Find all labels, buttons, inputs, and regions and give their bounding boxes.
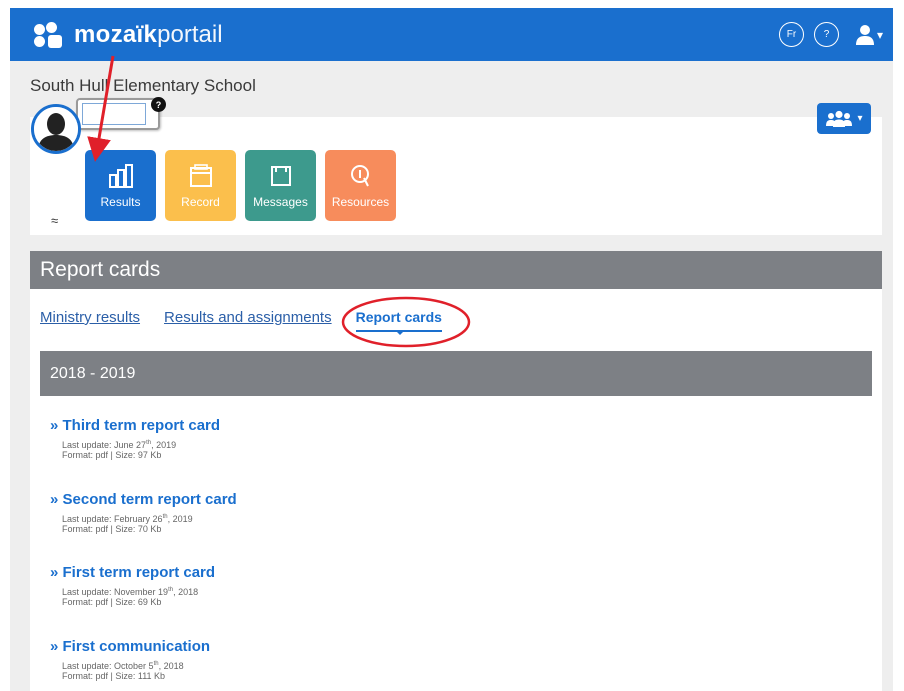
tile-messages-label: Messages (253, 194, 308, 209)
message-icon (270, 165, 291, 186)
school-name: South Hull Elementary School (30, 76, 256, 95)
report-item: » Second term report card Last update: F… (50, 491, 237, 565)
results-tabs: Ministry results Results and assignments… (40, 309, 442, 335)
report-link-first-term[interactable]: » First term report card (50, 564, 237, 581)
logo-text-bold: mozaïk (74, 21, 158, 48)
student-avatar[interactable] (31, 104, 81, 154)
section-title: Report cards (30, 251, 882, 289)
page-body: South Hull Elementary School ? ▾ Results… (10, 61, 893, 691)
language-button[interactable]: Fr (778, 22, 804, 47)
report-last-update: Last update: November 19th, 2018 (62, 587, 199, 597)
report-format: Format: pdf | Size: 97 Kb (62, 450, 162, 460)
group-switch-button[interactable]: ▾ (817, 103, 871, 134)
tile-record-label: Record (181, 194, 220, 209)
bar-chart-icon (108, 163, 133, 188)
tile-resources-label: Resources (331, 194, 390, 209)
help-button[interactable]: ? (813, 22, 839, 47)
report-item: » First communication Last update: Octob… (50, 638, 237, 691)
tile-results-label: Results (100, 194, 141, 209)
report-link-first-communication[interactable]: » First communication (50, 638, 237, 655)
report-meta: Last update: October 5th, 2018 Format: p… (50, 659, 237, 681)
report-meta: Last update: February 26th, 2019 Format:… (50, 512, 237, 534)
collapse-toggle-icon[interactable]: ≈ (51, 213, 58, 228)
report-last-update: Last update: February 26th, 2019 (62, 513, 193, 524)
user-menu-button[interactable]: ▾ (855, 24, 883, 46)
school-year-header: 2018 - 2019 (40, 351, 872, 396)
report-last-update: Last update: October 5th, 2018 (62, 660, 184, 671)
group-caret-icon: ▾ (857, 113, 863, 124)
tab-report-cards[interactable]: Report cards (355, 309, 442, 335)
group-users-icon (826, 110, 853, 127)
tab-report-cards-label: Report cards (355, 309, 442, 325)
user-caret-icon: ▾ (876, 27, 883, 42)
report-format: Format: pdf | Size: 111 Kb (62, 670, 166, 681)
top-bar: mozaïk portail Fr ? ▾ (10, 8, 893, 61)
module-tiles: Results Record Messages Resources (85, 150, 396, 221)
student-name-field (82, 103, 146, 125)
report-link-third-term[interactable]: » Third term report card (50, 417, 237, 434)
tab-results-and-assignments[interactable]: Results and assignments (164, 309, 332, 326)
report-item: » Third term report card Last update: Ju… (50, 417, 237, 491)
report-item: » First term report card Last update: No… (50, 564, 237, 638)
top-icons: Fr ? ▾ (778, 22, 883, 47)
profile-help-badge[interactable]: ? (151, 97, 166, 112)
report-last-update: Last update: June 27th, 2019 (62, 440, 177, 450)
logo-text-light: portail (157, 21, 223, 48)
tile-messages[interactable]: Messages (245, 150, 316, 221)
report-meta: Last update: November 19th, 2018 Format:… (50, 585, 237, 607)
report-format: Format: pdf | Size: 70 Kb (62, 523, 162, 534)
resources-icon (350, 164, 369, 186)
student-name-box[interactable] (76, 98, 160, 130)
avatar-silhouette-icon (34, 107, 78, 151)
folder-icon (189, 163, 212, 187)
report-card-list: » Third term report card Last update: Ju… (50, 417, 237, 691)
page-frame: mozaïk portail Fr ? ▾ South Hull Element… (0, 0, 904, 691)
report-meta: Last update: June 27th, 2019 Format: pdf… (50, 438, 237, 460)
active-tab-notch (395, 330, 406, 335)
logo-mark-icon (34, 22, 64, 48)
tile-results[interactable]: Results (85, 150, 156, 221)
report-format: Format: pdf | Size: 69 Kb (62, 597, 162, 607)
tile-resources[interactable]: Resources (325, 150, 396, 221)
tab-ministry-results[interactable]: Ministry results (40, 309, 140, 326)
tile-record[interactable]: Record (165, 150, 236, 221)
mozaik-logo[interactable]: mozaïk portail (34, 20, 223, 50)
user-icon (855, 24, 874, 45)
report-link-second-term[interactable]: » Second term report card (50, 491, 237, 508)
report-cards-content: Ministry results Results and assignments… (30, 289, 882, 691)
